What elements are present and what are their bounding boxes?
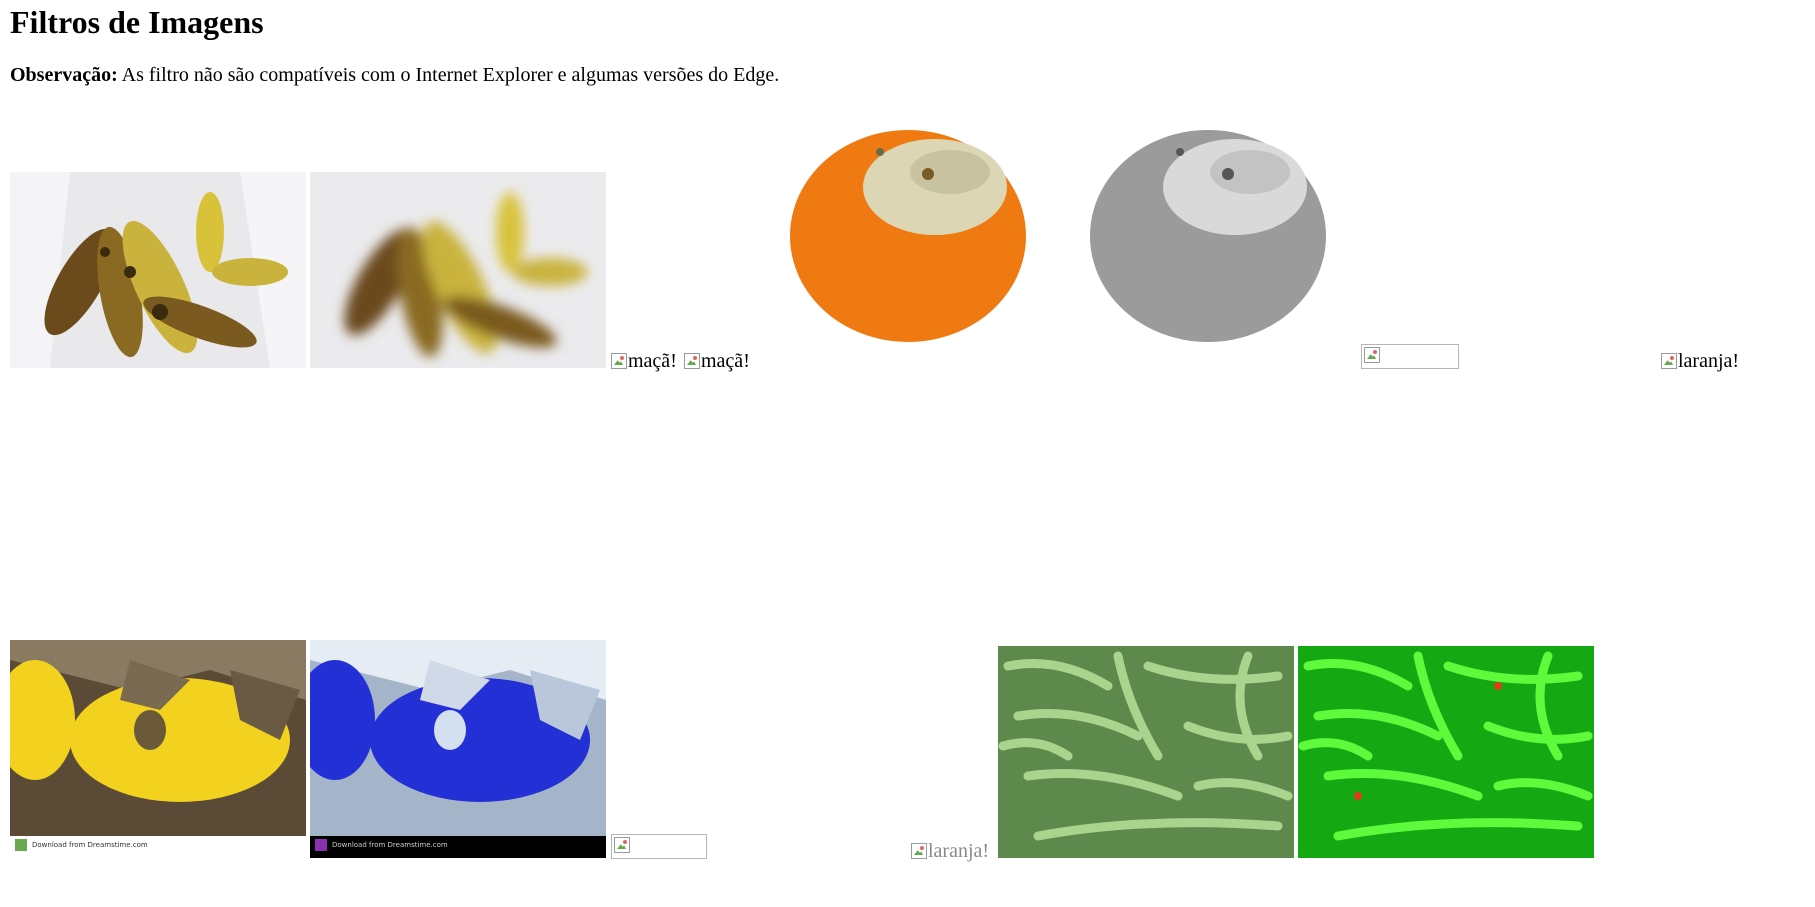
green-beans-image xyxy=(998,646,1294,858)
broken-image-icon xyxy=(684,353,700,369)
orange-alt-text: laranja! xyxy=(1678,350,1740,372)
green-beans-saturate-image xyxy=(1298,646,1594,858)
melon-invert-image: Download from Dreamstime.com xyxy=(310,640,606,858)
orange-image-broken-2: laranja! xyxy=(911,840,989,862)
broken-image-icon xyxy=(1661,353,1677,369)
compatibility-note: Observação: As filtro não são compatívei… xyxy=(10,62,779,88)
page-title: Filtros de Imagens xyxy=(10,4,264,40)
broken-image-icon xyxy=(614,837,630,853)
apple-image-broken-1: maçã! xyxy=(611,350,677,372)
orange-image-broken-1: laranja! xyxy=(1661,350,1739,372)
orange-image xyxy=(760,112,1056,352)
apple-image-broken-2: maçã! xyxy=(684,350,750,372)
banana-image xyxy=(10,172,306,368)
banana-blur-image xyxy=(310,172,606,368)
apple-alt-text: maçã! xyxy=(701,350,750,372)
apple-alt-text: maçã! xyxy=(628,350,677,372)
orange-alt-text: laranja! xyxy=(928,840,990,862)
note-text: As filtro não são compatíveis com o Inte… xyxy=(117,64,780,86)
watermark: Download from Dreamstime.com xyxy=(332,841,448,849)
note-label: Observação: xyxy=(10,64,118,86)
melon-image-placeholder xyxy=(611,834,707,859)
orange-grayscale-image xyxy=(1060,112,1356,352)
melon-image: Download from Dreamstime.com xyxy=(10,640,306,858)
broken-image-icon xyxy=(911,843,927,859)
orange-image-placeholder xyxy=(1361,344,1459,369)
broken-image-icon xyxy=(611,353,627,369)
watermark: Download from Dreamstime.com xyxy=(32,841,148,849)
broken-image-icon xyxy=(1364,347,1380,363)
